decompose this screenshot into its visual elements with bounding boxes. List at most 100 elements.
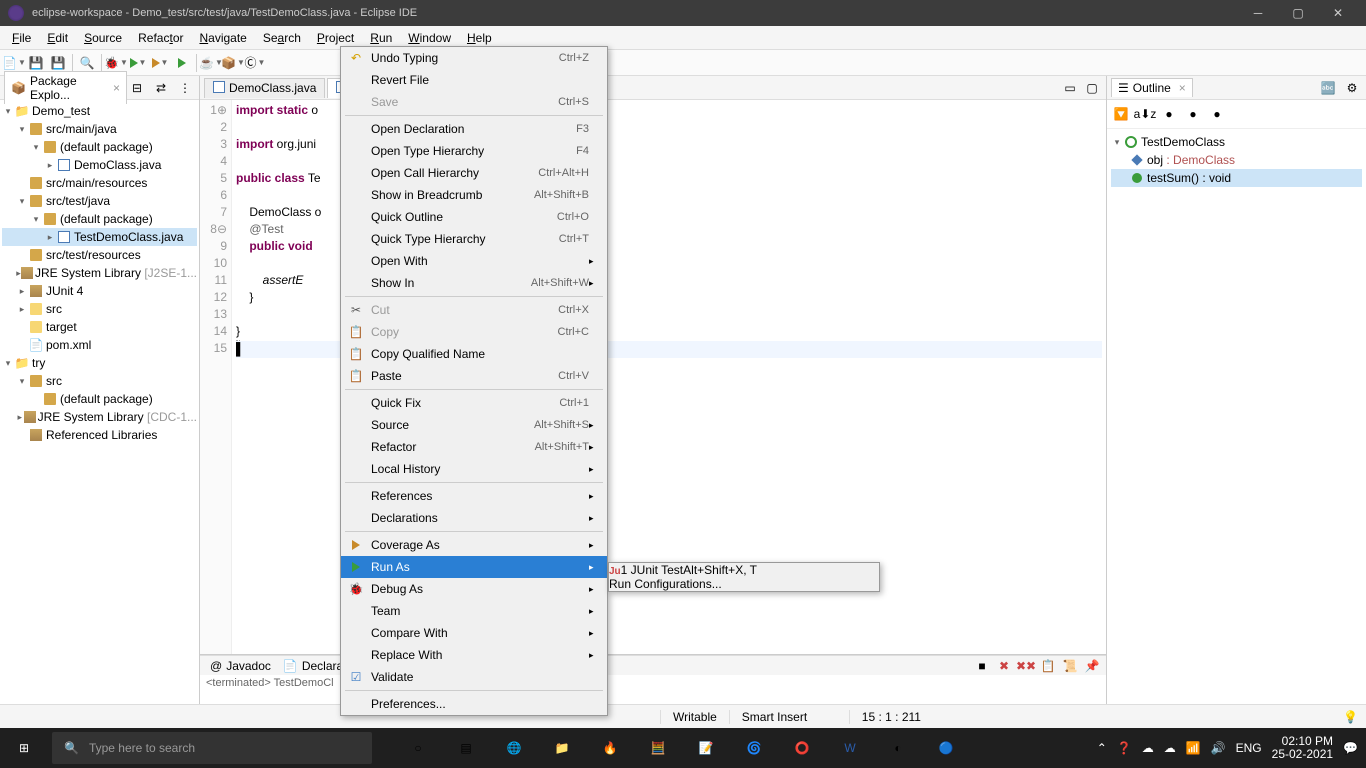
menu-item-open-declaration[interactable]: Open DeclarationF3 [341,118,607,140]
package-tree[interactable]: ▾📁Demo_test ▾src/main/java ▾(default pac… [0,100,199,704]
outline-tab[interactable]: ☰ Outline × [1111,78,1193,97]
menu-item-replace-with[interactable]: Replace With▸ [341,644,607,666]
console-clear-icon[interactable]: 📋 [1038,656,1058,676]
menu-file[interactable]: File [4,28,39,48]
outline-class[interactable]: ▾TestDemoClass [1111,133,1362,151]
submenu-item-run-configurations-[interactable]: Run Configurations... [609,577,879,591]
menu-item-run-as[interactable]: Run As▸ [341,556,607,578]
menu-item-copy-qualified-name[interactable]: 📋Copy Qualified Name [341,343,607,365]
tray-lang[interactable]: ENG [1236,741,1262,755]
new-java-button[interactable]: ☕▼ [201,53,221,73]
submenu-item-1-junit-test[interactable]: Ju1 JUnit TestAlt+Shift+X, T [609,563,879,577]
menu-item-paste[interactable]: 📋PasteCtrl+V [341,365,607,387]
javadoc-tab[interactable]: @Javadoc [204,657,277,675]
menu-item-quick-type-hierarchy[interactable]: Quick Type HierarchyCtrl+T [341,228,607,250]
calculator-icon[interactable]: 🧮 [636,728,680,768]
menu-item-source[interactable]: SourceAlt+Shift+S▸ [341,414,607,436]
outline-field[interactable]: obj : DemoClass [1111,151,1362,169]
tree-item[interactable]: src [46,374,62,388]
menu-item-compare-with[interactable]: Compare With▸ [341,622,607,644]
menu-item-revert-file[interactable]: Revert File [341,69,607,91]
outline-filter-icon[interactable]: ⚙ [1342,78,1362,98]
tree-item[interactable]: JRE System Library [CDC-1... [38,410,197,424]
outline-btn-3[interactable]: ● [1159,104,1179,124]
menu-project[interactable]: Project [309,28,362,48]
close-icon[interactable]: × [1179,81,1186,95]
edge-icon[interactable]: 🌀 [732,728,776,768]
tree-item[interactable]: target [46,320,77,334]
maximize-view-icon[interactable]: ▢ [1082,78,1102,98]
tray-volume-icon[interactable]: 🔊 [1211,741,1226,755]
menu-item-quick-fix[interactable]: Quick FixCtrl+1 [341,392,607,414]
menu-run[interactable]: Run [362,28,400,48]
menu-item-show-in[interactable]: Show InAlt+Shift+W▸ [341,272,607,294]
console-remove-icon[interactable]: ✖ [994,656,1014,676]
minimize-view-icon[interactable]: ▭ [1060,78,1080,98]
menu-item-local-history[interactable]: Local History▸ [341,458,607,480]
maximize-button[interactable]: ▢ [1278,0,1318,26]
console-pin-icon[interactable]: 📌 [1082,656,1102,676]
run-last-button[interactable] [172,53,192,73]
tree-item[interactable]: src/test/java [46,194,110,208]
console-stop-icon[interactable]: ■ [972,656,992,676]
minimize-button[interactable]: ─ [1238,0,1278,26]
menu-item-validate[interactable]: ☑Validate [341,666,607,688]
console-scroll-icon[interactable]: 📜 [1060,656,1080,676]
eclipse-taskbar-icon[interactable]: ◐ [876,728,920,768]
tree-item[interactable]: src/main/resources [46,176,147,190]
outline-btn-4[interactable]: ● [1183,104,1203,124]
tray-notifications-icon[interactable]: 💬 [1343,741,1358,755]
word-icon[interactable]: W [828,728,872,768]
tray-clock[interactable]: 02:10 PM 25-02-2021 [1272,735,1333,761]
menu-item-undo-typing[interactable]: ↶Undo TypingCtrl+Z [341,47,607,69]
editor-tab-democlass[interactable]: DemoClass.java [204,78,325,98]
collapse-all-icon[interactable]: ⊟ [127,78,147,98]
tray-network-icon[interactable]: 📶 [1186,741,1201,755]
menu-item-open-with[interactable]: Open With▸ [341,250,607,272]
tree-item[interactable]: src/main/java [46,122,117,136]
menu-item-declarations[interactable]: Declarations▸ [341,507,607,529]
outline-btn-1[interactable]: 🔽 [1111,104,1131,124]
new-class-button[interactable]: Ⓒ▼ [245,53,265,73]
close-button[interactable]: ✕ [1318,0,1358,26]
cortana-icon[interactable]: ○ [396,728,440,768]
close-icon[interactable]: × [113,81,120,95]
tree-item[interactable]: JRE System Library [J2SE-1... [35,266,197,280]
coverage-button[interactable]: ▼ [150,53,170,73]
tray-help-icon[interactable]: ❓ [1117,741,1132,755]
menu-help[interactable]: Help [459,28,500,48]
tray-cloud-icon[interactable]: ☁ [1142,741,1154,755]
menu-search[interactable]: Search [255,28,309,48]
tip-icon[interactable]: 💡 [1343,710,1366,724]
menu-item-debug-as[interactable]: 🐞Debug As▸ [341,578,607,600]
menu-item-coverage-as[interactable]: Coverage As▸ [341,534,607,556]
notes-icon[interactable]: 📝 [684,728,728,768]
task-view-icon[interactable]: ▤ [444,728,488,768]
save-button[interactable]: 💾 [26,53,46,73]
tree-item[interactable]: pom.xml [46,338,91,352]
app2-icon[interactable]: 🔵 [924,728,968,768]
tray-chevron-icon[interactable]: ⌃ [1097,741,1107,755]
tree-item-selected[interactable]: TestDemoClass.java [74,230,183,244]
menu-item-show-in-breadcrumb[interactable]: Show in BreadcrumbAlt+Shift+B [341,184,607,206]
menu-edit[interactable]: Edit [39,28,76,48]
tree-item[interactable]: src [46,302,62,316]
outline-sort-icon[interactable]: 🔤 [1318,78,1338,98]
new-button[interactable]: 📄▼ [4,53,24,73]
outline-btn-5[interactable]: ● [1207,104,1227,124]
outline-btn-2[interactable]: a⬇z [1135,104,1155,124]
tree-item[interactable]: DemoClass.java [74,158,161,172]
tree-item[interactable]: try [32,356,45,370]
console-remove-all-icon[interactable]: ✖✖ [1016,656,1036,676]
tree-item[interactable]: (default package) [60,392,153,406]
open-type-button[interactable]: 🔍 [77,53,97,73]
taskbar-search[interactable]: 🔍 Type here to search [52,732,372,764]
run-button[interactable]: ▼ [128,53,148,73]
view-menu-icon[interactable]: ⋮ [175,78,195,98]
link-editor-icon[interactable]: ⇄ [151,78,171,98]
chrome-icon[interactable]: ⭕ [780,728,824,768]
tree-item[interactable]: Referenced Libraries [46,428,157,442]
menu-item-team[interactable]: Team▸ [341,600,607,622]
new-package-button[interactable]: 📦▼ [223,53,243,73]
tree-item[interactable]: (default package) [60,140,153,154]
